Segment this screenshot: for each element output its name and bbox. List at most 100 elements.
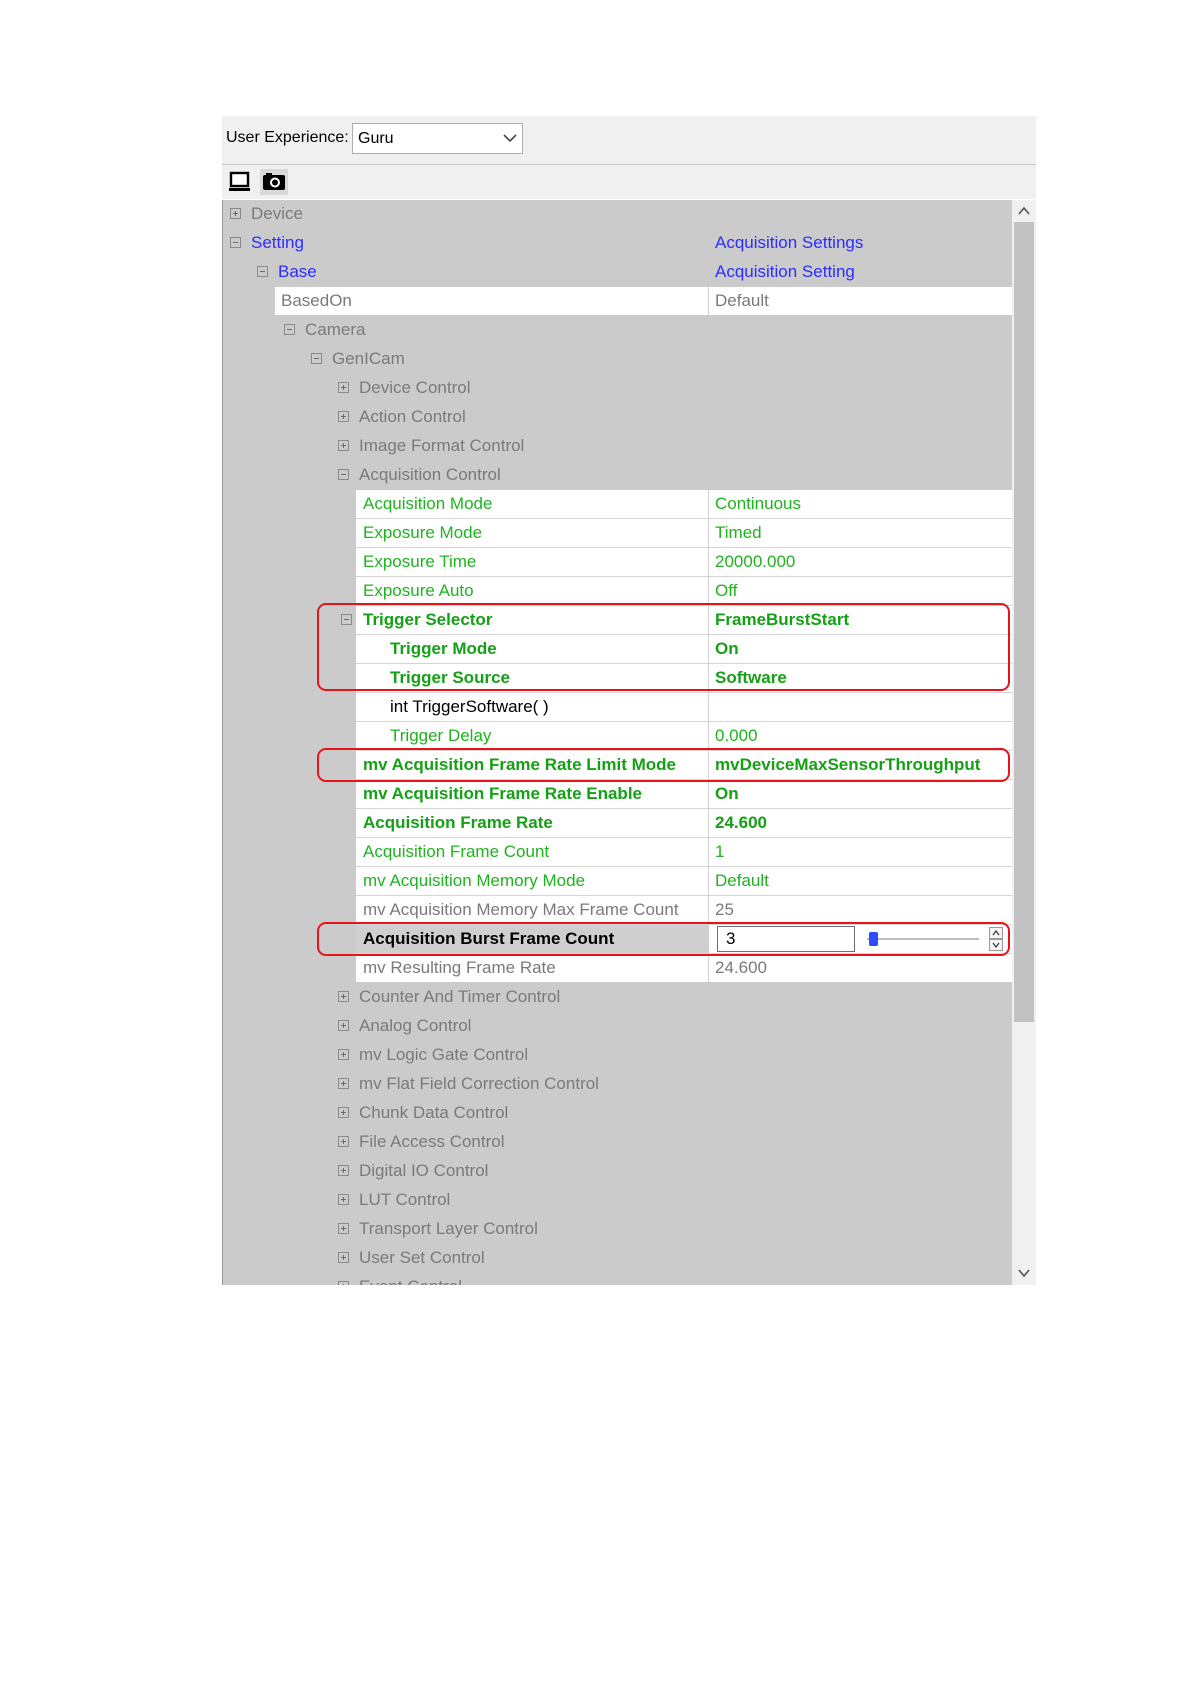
param-row[interactable]: mv Resulting Frame Rate 24.600 — [223, 954, 1012, 983]
param-value: 25 — [715, 900, 734, 919]
tree-row-digital-io-control[interactable]: Digital IO Control — [223, 1157, 1012, 1186]
collapse-icon[interactable] — [338, 469, 349, 480]
tree-label: File Access Control — [359, 1132, 505, 1151]
param-row[interactable]: Exposure Mode Timed — [223, 519, 1012, 548]
tree-row-flat-field-control[interactable]: mv Flat Field Correction Control — [223, 1070, 1012, 1099]
param-value[interactable]: 0.000 — [709, 722, 758, 750]
expand-icon[interactable] — [338, 1194, 349, 1205]
collapse-icon[interactable] — [311, 353, 322, 364]
camera-icon[interactable] — [260, 169, 288, 195]
param-name: Trigger Delay — [390, 726, 492, 745]
tree-row-camera[interactable]: Camera — [223, 316, 1012, 345]
param-row[interactable]: Trigger Mode On — [223, 635, 1012, 664]
expand-icon[interactable] — [338, 1136, 349, 1147]
tree-row-analog-control[interactable]: Analog Control — [223, 1012, 1012, 1041]
scroll-down-icon[interactable] — [1016, 1266, 1032, 1280]
param-row[interactable]: Trigger Delay 0.000 — [223, 722, 1012, 751]
param-row[interactable]: mv Acquisition Memory Mode Default — [223, 867, 1012, 896]
expand-icon[interactable] — [338, 991, 349, 1002]
param-row[interactable]: Trigger Source Software — [223, 664, 1012, 693]
burst-frame-count-input[interactable]: 3 — [717, 926, 855, 952]
collapse-icon[interactable] — [341, 614, 352, 625]
scroll-up-icon[interactable] — [1016, 204, 1032, 218]
param-name: mv Acquisition Memory Max Frame Count — [363, 900, 679, 919]
expand-icon[interactable] — [338, 411, 349, 422]
scrollbar-thumb[interactable] — [1014, 222, 1034, 1022]
param-value[interactable]: 1 — [709, 838, 724, 866]
param-value[interactable]: Software — [709, 664, 787, 692]
tree-label: Base — [278, 262, 317, 281]
expand-icon[interactable] — [338, 440, 349, 451]
tree-label: Device Control — [359, 378, 471, 397]
param-name: mv Acquisition Frame Rate Enable — [363, 784, 642, 803]
param-row[interactable]: Acquisition Frame Rate 24.600 — [223, 809, 1012, 838]
param-row[interactable]: Acquisition Frame Count 1 — [223, 838, 1012, 867]
tree-row-basedon[interactable]: BasedOn Default — [223, 287, 1012, 316]
param-row-selected[interactable]: Acquisition Burst Frame Count 3 — [223, 925, 1012, 954]
expand-icon[interactable] — [338, 1223, 349, 1234]
param-row[interactable]: Exposure Time 20000.000 — [223, 548, 1012, 577]
trigger-software-method[interactable]: int TriggerSoftware( ) — [390, 693, 549, 721]
expand-icon[interactable] — [338, 1020, 349, 1031]
param-value[interactable]: Continuous — [709, 490, 801, 518]
param-name: Exposure Auto — [363, 581, 474, 600]
param-row[interactable]: Acquisition Mode Continuous — [223, 490, 1012, 519]
tree-row-counter-timer-control[interactable]: Counter And Timer Control — [223, 983, 1012, 1012]
param-value[interactable]: On — [709, 635, 739, 663]
param-value[interactable]: Default — [709, 867, 769, 895]
tree-row-image-format-control[interactable]: Image Format Control — [223, 432, 1012, 461]
user-experience-value: Guru — [358, 130, 394, 147]
param-name: Acquisition Frame Rate — [363, 813, 553, 832]
burst-frame-count-slider[interactable] — [863, 931, 983, 947]
collapse-icon[interactable] — [284, 324, 295, 335]
param-value[interactable]: FrameBurstStart — [709, 606, 849, 634]
param-row[interactable]: mv Acquisition Frame Rate Limit Mode mvD… — [223, 751, 1012, 780]
user-experience-select[interactable]: Guru — [352, 123, 523, 154]
expand-icon[interactable] — [338, 1281, 349, 1285]
expand-icon[interactable] — [338, 1165, 349, 1176]
param-value[interactable]: Timed — [709, 519, 762, 547]
tree-row-user-set-control[interactable]: User Set Control — [223, 1244, 1012, 1273]
param-row[interactable]: mv Acquisition Memory Max Frame Count 25 — [223, 896, 1012, 925]
param-value[interactable]: 20000.000 — [709, 548, 795, 576]
tree-label: Digital IO Control — [359, 1161, 489, 1180]
expand-icon[interactable] — [230, 208, 241, 219]
expand-icon[interactable] — [338, 1078, 349, 1089]
param-value[interactable]: On — [709, 780, 739, 808]
collapse-icon[interactable] — [257, 266, 268, 277]
tree-label: Analog Control — [359, 1016, 472, 1035]
monitor-icon[interactable] — [226, 169, 254, 195]
tree-label: Device — [251, 204, 303, 223]
tree-row-setting[interactable]: Setting Acquisition Settings — [223, 229, 1012, 258]
tree-row-action-control[interactable]: Action Control — [223, 403, 1012, 432]
param-row[interactable]: int TriggerSoftware( ) — [223, 693, 1012, 722]
chevron-down-icon — [503, 134, 517, 143]
expand-icon[interactable] — [338, 1252, 349, 1263]
param-row[interactable]: Exposure Auto Off — [223, 577, 1012, 606]
expand-icon[interactable] — [338, 1107, 349, 1118]
vertical-scrollbar[interactable] — [1012, 200, 1036, 1285]
param-value[interactable]: mvDeviceMaxSensorThroughput — [709, 751, 980, 779]
tree-row-chunk-data-control[interactable]: Chunk Data Control — [223, 1099, 1012, 1128]
param-row[interactable]: mv Acquisition Frame Rate Enable On — [223, 780, 1012, 809]
param-row[interactable]: Trigger Selector FrameBurstStart — [223, 606, 1012, 635]
tree-row-base[interactable]: Base Acquisition Setting — [223, 258, 1012, 287]
tree-row-file-access-control[interactable]: File Access Control — [223, 1128, 1012, 1157]
tree-row-device-control[interactable]: Device Control — [223, 374, 1012, 403]
tree-row-acquisition-control[interactable]: Acquisition Control — [223, 461, 1012, 490]
tree-row-genicam[interactable]: GenICam — [223, 345, 1012, 374]
param-value[interactable]: Off — [709, 577, 737, 605]
tree-value[interactable]: Default — [709, 287, 769, 315]
tree-row-transport-layer-control[interactable]: Transport Layer Control — [223, 1215, 1012, 1244]
tree-row-event-control[interactable]: Event Control — [223, 1273, 1012, 1285]
spin-buttons-icon[interactable] — [989, 927, 1003, 951]
expand-icon[interactable] — [338, 382, 349, 393]
tree-row-device[interactable]: Device — [223, 200, 1012, 229]
expand-icon[interactable] — [338, 1049, 349, 1060]
tree-label: mv Logic Gate Control — [359, 1045, 529, 1064]
tree-label: Camera — [305, 320, 366, 339]
tree-row-logic-gate-control[interactable]: mv Logic Gate Control — [223, 1041, 1012, 1070]
tree-row-lut-control[interactable]: LUT Control — [223, 1186, 1012, 1215]
collapse-icon[interactable] — [230, 237, 241, 248]
param-value[interactable]: 24.600 — [709, 809, 767, 837]
